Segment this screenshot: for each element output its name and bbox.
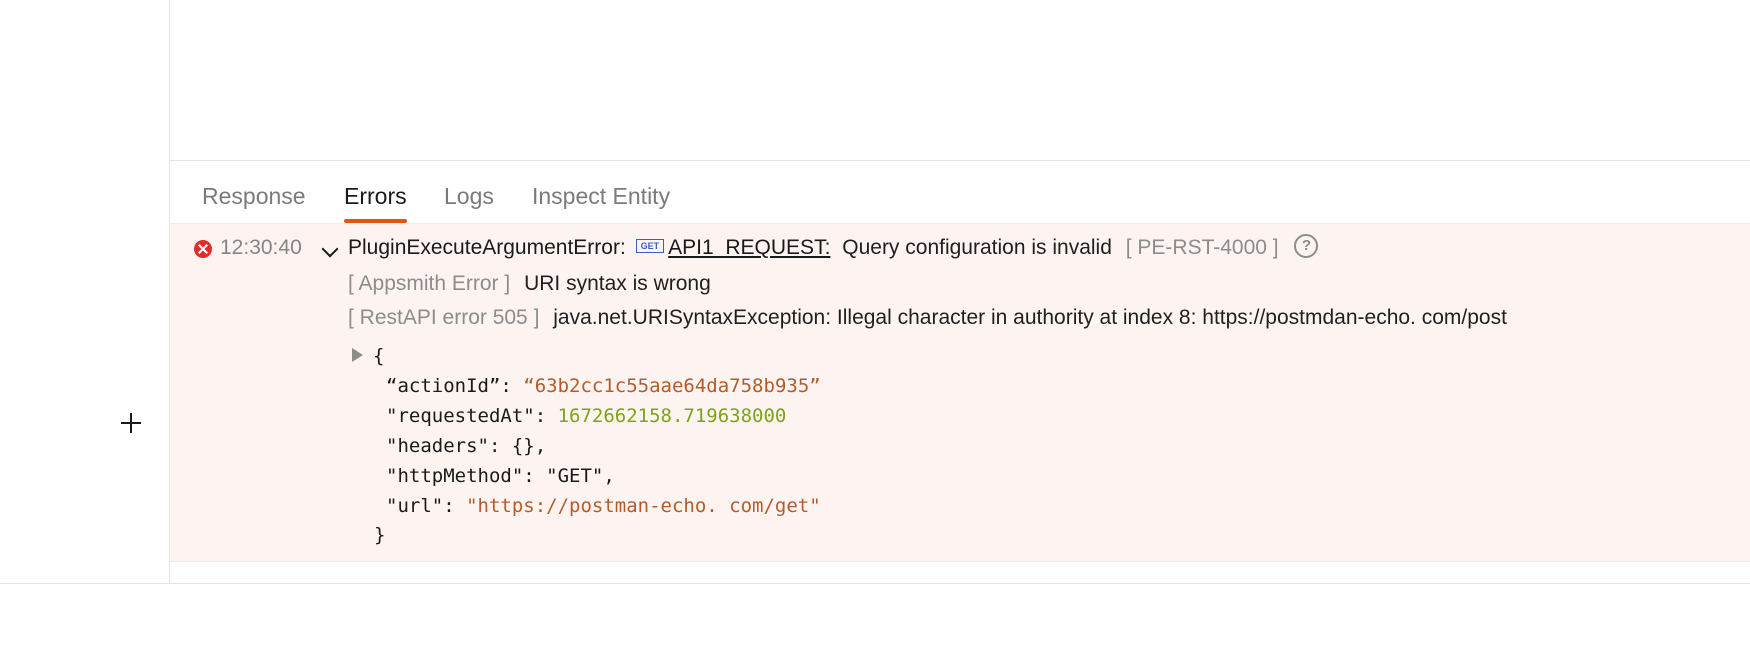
json-key: "requestedAt": <box>386 405 558 427</box>
json-line: “actionId”: “63b2cc1c55aae64da758b935” <box>386 371 821 401</box>
debugger-tabs: Response Errors Logs Inspect Entity <box>170 161 1750 224</box>
divider <box>0 583 1750 584</box>
json-value: 1672662158.719638000 <box>557 405 787 427</box>
json-value: "https://postman-echo. com/get" <box>466 495 821 517</box>
plus-icon[interactable] <box>119 411 143 435</box>
error-timestamp: 12:30:40 <box>220 236 302 259</box>
detail-tag: [ Appsmith Error ] <box>348 272 511 295</box>
error-icon <box>194 240 212 258</box>
json-line: "requestedAt": 1672662158.719638000 <box>386 401 786 431</box>
tab-logs[interactable]: Logs <box>444 161 494 223</box>
error-type: PluginExecuteArgumentError: <box>348 236 626 259</box>
tab-inspect-entity[interactable]: Inspect Entity <box>532 161 670 223</box>
tab-errors[interactable]: Errors <box>344 161 407 223</box>
json-key: "httpMethod": "GET", <box>386 465 615 487</box>
detail-restapi: [ RestAPI error 505 ] java.net.URISyntax… <box>348 304 1507 332</box>
left-rail <box>0 0 170 583</box>
error-code: [ PE-RST-4000 ] <box>1125 236 1279 259</box>
error-summary: PluginExecuteArgumentError: GET API1_REQU… <box>348 234 1319 262</box>
json-key: “actionId”: <box>386 375 524 397</box>
json-key: "url": <box>386 495 467 517</box>
expand-caret-icon[interactable] <box>352 348 363 362</box>
json-line: "httpMethod": "GET", <box>386 461 615 491</box>
get-method-badge: GET <box>635 239 665 254</box>
error-header: 12:30:40 <box>220 234 302 262</box>
error-message: Query configuration is invalid <box>842 236 1112 259</box>
json-brace-close: } <box>374 524 386 546</box>
chevron-down-icon[interactable] <box>321 240 339 258</box>
json-value: “63b2cc1c55aae64da758b935” <box>523 375 821 397</box>
json-close: } <box>374 520 385 550</box>
editor-area <box>170 0 1750 161</box>
errors-panel: 12:30:40 PluginExecuteArgumentError: GET… <box>170 224 1750 562</box>
json-open: { <box>352 341 384 371</box>
tab-response[interactable]: Response <box>202 161 306 223</box>
detail-tag: [ RestAPI error 505 ] <box>348 306 540 329</box>
detail-appsmith: [ Appsmith Error ] URI syntax is wrong <box>348 270 711 298</box>
json-brace-open: { <box>373 345 385 367</box>
detail-text: URI syntax is wrong <box>524 272 711 295</box>
detail-text: java.net.URISyntaxException: Illegal cha… <box>553 306 1507 329</box>
json-line: "headers": {}, <box>386 431 546 461</box>
json-line: "url": "https://postman-echo. com/get" <box>386 491 821 521</box>
json-key: "headers": {}, <box>386 435 547 457</box>
help-icon[interactable]: ? <box>1294 234 1319 259</box>
api-link[interactable]: API1_REQUEST: <box>668 236 830 259</box>
